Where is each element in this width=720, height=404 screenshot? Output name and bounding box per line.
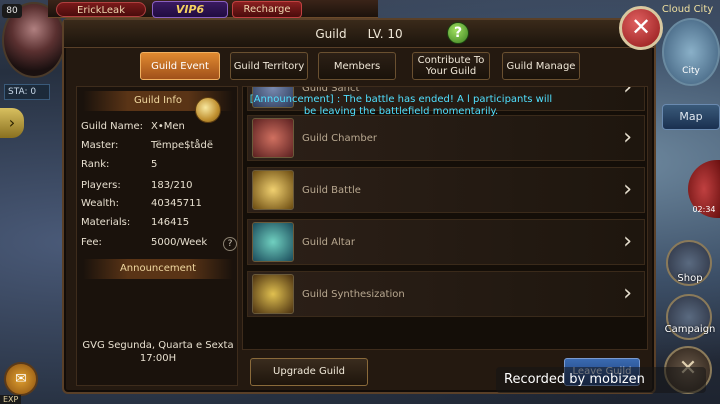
list-item-guild-battle[interactable]: Guild Battle › xyxy=(247,167,645,213)
list-item-guild-synthesization[interactable]: Guild Synthesization › xyxy=(247,271,645,317)
fee-help-icon[interactable]: ? xyxy=(223,237,237,251)
map-button[interactable]: Map xyxy=(662,104,720,130)
battle-icon xyxy=(252,170,294,210)
tab-members[interactable]: Members xyxy=(318,52,396,80)
recording-watermark: Recorded by mobizen xyxy=(496,367,706,393)
chevron-right-icon: › xyxy=(623,229,632,254)
chevron-right-icon: › xyxy=(623,86,632,100)
chevron-right-icon: › xyxy=(623,125,632,150)
chamber-icon xyxy=(252,118,294,158)
info-label: Materials: xyxy=(81,217,131,228)
expand-arrow-icon[interactable]: › xyxy=(0,108,24,138)
info-row-guild-name: Guild Name: X•Men xyxy=(81,121,237,139)
shop-label: Shop xyxy=(677,273,703,284)
chat-icon[interactable]: ✉ xyxy=(4,362,38,396)
info-value: 5000/Week xyxy=(151,237,208,248)
info-value: X•Men xyxy=(151,121,185,132)
exp-label: EXP xyxy=(0,395,22,404)
player-level: 80 xyxy=(2,4,22,18)
upgrade-guild-button[interactable]: Upgrade Guild xyxy=(250,358,368,386)
player-name: ErickLeak xyxy=(56,2,146,17)
system-broadcast-message: [Announcement] : The battle has ended! A… xyxy=(249,94,553,117)
list-item-guild-altar[interactable]: Guild Altar › xyxy=(247,219,645,265)
info-label: Fee: xyxy=(81,237,102,248)
dialog-title: Guild xyxy=(315,27,347,41)
horn-icon[interactable] xyxy=(195,97,221,123)
close-button[interactable]: ✕ xyxy=(619,6,663,50)
city-button-label: City xyxy=(682,66,700,76)
vip-badge[interactable]: VIP6 xyxy=(152,1,228,18)
info-value: 5 xyxy=(151,159,158,170)
campaign-label: Campaign xyxy=(664,324,716,335)
item-label: Guild Synthesization xyxy=(302,289,405,300)
guild-dialog: Guild LV. 10 ? ✕ Guild Event Guild Terri… xyxy=(62,6,663,394)
info-value: 183/210 xyxy=(151,180,193,191)
info-row-materials: Materials: 146415 xyxy=(81,217,237,235)
item-label: Guild Chamber xyxy=(302,133,377,144)
guild-info-panel: Guild Info Guild Name: X•Men Master: Tëm… xyxy=(76,86,238,386)
info-row-master: Master: Tëmpe$tådë xyxy=(81,140,237,158)
tab-guild-territory[interactable]: Guild Territory xyxy=(230,52,308,80)
info-label: Rank: xyxy=(81,159,110,170)
altar-icon xyxy=(252,222,294,262)
help-icon[interactable]: ? xyxy=(447,22,469,44)
city-name-label: Cloud City xyxy=(661,4,714,15)
guild-event-list: Guild Sanct › Guild Chamber › Guild Batt… xyxy=(242,86,648,350)
info-value: Tëmpe$tådë xyxy=(151,140,214,151)
info-row-players: Players: 183/210 xyxy=(81,180,237,198)
tab-contribute[interactable]: Contribute To Your Guild xyxy=(412,52,490,80)
guild-tabs: Guild Event Guild Territory Members Cont… xyxy=(140,52,660,82)
info-value: 146415 xyxy=(151,217,190,228)
info-label: Master: xyxy=(81,140,119,151)
tab-guild-manage[interactable]: Guild Manage xyxy=(502,52,580,80)
info-label: Players: xyxy=(81,180,121,191)
announcement-header: Announcement xyxy=(83,259,233,279)
dialog-header: Guild LV. 10 xyxy=(64,20,654,48)
info-label: Guild Name: xyxy=(81,121,144,132)
list-item-guild-chamber[interactable]: Guild Chamber › xyxy=(247,115,645,161)
info-value: 40345711 xyxy=(151,198,202,209)
announcement-text: GVG Segunda, Quarta e Sexta 17:00H xyxy=(82,340,234,364)
chevron-right-icon: › xyxy=(623,281,632,306)
item-label: Guild Altar xyxy=(302,237,355,248)
chevron-right-icon: › xyxy=(623,177,632,202)
item-label: Guild Battle xyxy=(302,185,361,196)
recharge-button[interactable]: Recharge xyxy=(232,1,302,18)
stamina-readout: STA: 0 xyxy=(4,84,50,100)
synthesis-icon xyxy=(252,274,294,314)
info-row-rank: Rank: 5 xyxy=(81,159,237,177)
tab-guild-event[interactable]: Guild Event xyxy=(140,52,220,80)
info-row-wealth: Wealth: 40345711 xyxy=(81,198,237,216)
guild-level: LV. 10 xyxy=(367,27,403,41)
info-label: Wealth: xyxy=(81,198,119,209)
info-row-fee: Fee: 5000/Week ? xyxy=(81,237,237,255)
